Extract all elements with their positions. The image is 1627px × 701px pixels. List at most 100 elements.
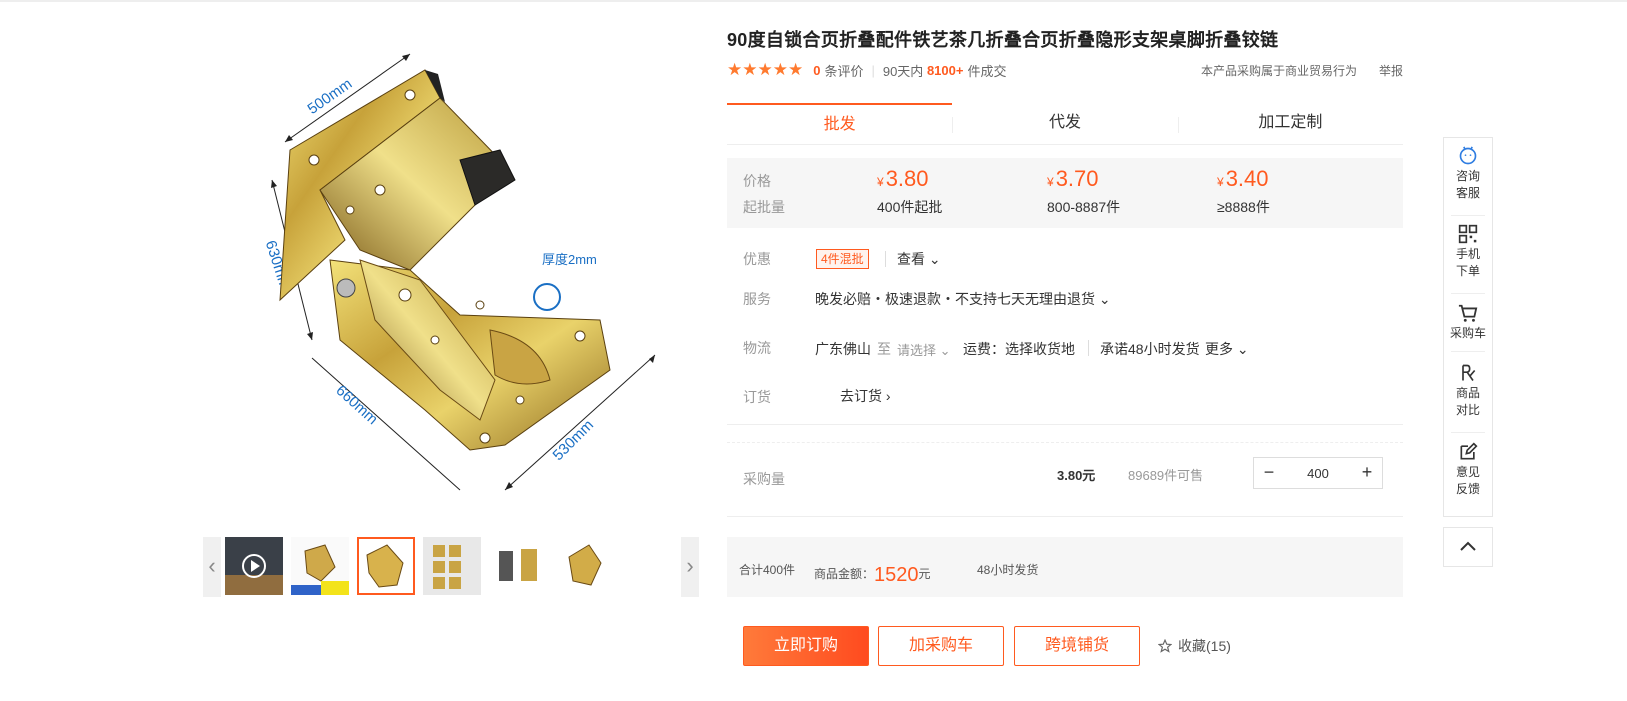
logistics-more[interactable]: 更多 ⌄ bbox=[1205, 339, 1249, 359]
tier-2-price: ¥3.70 bbox=[1047, 166, 1099, 191]
tier-1-qty: 400件起批 bbox=[877, 199, 943, 215]
dim-top-label: 500mm bbox=[305, 75, 356, 118]
service-text[interactable]: 晚发必赔・极速退款・不支持七天无理由退货 ⌄ bbox=[815, 289, 1111, 309]
go-order-link[interactable]: 去订货 › bbox=[840, 386, 891, 406]
thumbnail-video[interactable] bbox=[225, 537, 283, 595]
promo-label: 优惠 bbox=[743, 251, 771, 267]
tier-2-qty: 800-8887件 bbox=[1047, 199, 1121, 215]
product-title: 90度自锁合页折叠配件铁艺茶几折叠合页折叠隐形支架桌脚折叠铰链 bbox=[727, 30, 1279, 50]
dim-bottom-right-label: 530mm bbox=[550, 417, 597, 464]
sidebar-label: 对比 bbox=[1455, 403, 1480, 417]
thumb-prev-arrow[interactable]: ‹ bbox=[203, 537, 221, 597]
buy-now-button[interactable]: 立即订购 bbox=[743, 626, 869, 666]
report-link[interactable]: 举报 bbox=[1379, 62, 1403, 79]
tier-1-price: ¥3.80 bbox=[877, 166, 929, 191]
divider: | bbox=[871, 62, 875, 78]
thumbnail-main[interactable] bbox=[357, 537, 415, 595]
logistics-label: 物流 bbox=[743, 340, 771, 356]
review-count[interactable]: 0 bbox=[813, 63, 820, 78]
quantity-stepper: − 400 + bbox=[1253, 457, 1383, 489]
divider bbox=[1451, 432, 1485, 433]
ship-to: 至 bbox=[877, 341, 891, 357]
divider bbox=[1451, 351, 1485, 352]
sidebar-label: 意见 bbox=[1455, 465, 1480, 479]
back-to-top-button[interactable] bbox=[1443, 527, 1493, 567]
unit-price: 3.80元 bbox=[1057, 468, 1096, 483]
amount-value: 1520 bbox=[874, 564, 919, 586]
tab-custom[interactable]: 加工定制 bbox=[1177, 103, 1403, 144]
sidebar-item-compare[interactable]: 商品 对比 bbox=[1444, 363, 1492, 419]
section-divider bbox=[727, 516, 1403, 517]
order-summary: 合计400件 商品金额：1520元 48小时发货 bbox=[727, 537, 1403, 597]
total-qty: 合计400件 bbox=[739, 563, 796, 577]
sales-period: 90天内 bbox=[882, 63, 924, 79]
hinge-thumb-icon bbox=[359, 539, 413, 593]
order-label: 订货 bbox=[743, 389, 771, 405]
tier-3-price: ¥3.40 bbox=[1217, 166, 1269, 191]
decrease-button[interactable]: − bbox=[1254, 458, 1284, 488]
floating-sidebar: 咨询 客服 手机 下单 采购车 商品 对比 意见 反馈 bbox=[1443, 137, 1493, 517]
hinge-thumb-icon bbox=[555, 537, 613, 595]
sales-count: 8100+ bbox=[926, 62, 964, 78]
divider bbox=[1451, 293, 1485, 294]
quantity-input[interactable]: 400 bbox=[1284, 466, 1352, 481]
add-to-cart-button[interactable]: 加采购车 bbox=[878, 626, 1004, 666]
chat-icon bbox=[1459, 146, 1477, 165]
thickness-label: 厚度2mm bbox=[542, 252, 597, 267]
sidebar-item-mobile-order[interactable]: 手机 下单 bbox=[1444, 224, 1492, 280]
sales-label: 件成交 bbox=[967, 63, 1007, 79]
tier-3-qty: ≥8888件 bbox=[1217, 199, 1270, 215]
cross-border-button[interactable]: 跨境铺货 bbox=[1014, 626, 1140, 666]
thumbnail-pair[interactable] bbox=[489, 537, 547, 595]
increase-button[interactable]: + bbox=[1352, 458, 1382, 488]
tab-wholesale[interactable]: 批发 bbox=[727, 103, 953, 144]
star-icon bbox=[1158, 639, 1172, 653]
hinge-illustration: 500mm 630mm 660mm 530mm 厚度2mm bbox=[262, 53, 656, 491]
tab-dropship[interactable]: 代发 bbox=[952, 103, 1178, 144]
favorite-button[interactable]: 收藏(15) bbox=[1158, 636, 1231, 656]
rating-stars: ★★★★★ bbox=[727, 60, 804, 79]
ship-origin: 广东佛山 bbox=[815, 341, 871, 357]
main-product-image[interactable]: 500mm 630mm 660mm 530mm 厚度2mm bbox=[250, 40, 720, 510]
review-label[interactable]: 条评价 bbox=[824, 61, 863, 80]
favorite-label: 收藏(15) bbox=[1178, 638, 1231, 654]
thumbnail-banner[interactable] bbox=[291, 537, 349, 595]
ship-promise: 承诺48小时发货 bbox=[1100, 341, 1200, 357]
thumbnail-side[interactable] bbox=[555, 537, 613, 595]
sidebar-label: 手机 bbox=[1455, 247, 1480, 261]
promo-badge: 4件混批 bbox=[816, 249, 869, 269]
top-border bbox=[0, 0, 1627, 2]
chevron-up-icon bbox=[1460, 541, 1476, 551]
service-label: 服务 bbox=[743, 291, 771, 307]
sidebar-label: 商品 bbox=[1455, 386, 1480, 400]
moq-label: 起批量 bbox=[743, 199, 785, 215]
section-divider bbox=[727, 442, 1403, 443]
sidebar-label: 咨询 bbox=[1455, 169, 1480, 183]
sidebar-item-consult[interactable]: 咨询 客服 bbox=[1444, 146, 1492, 202]
dim-bottom-left-label: 660mm bbox=[332, 382, 381, 428]
sidebar-item-feedback[interactable]: 意见 反馈 bbox=[1444, 442, 1492, 498]
sidebar-label: 客服 bbox=[1455, 186, 1480, 200]
hinge-thumb-icon bbox=[489, 537, 547, 595]
freight-text: 运费：选择收货地 bbox=[963, 341, 1075, 357]
stock-available: 89689件可售 bbox=[1128, 468, 1204, 483]
sidebar-label: 反馈 bbox=[1455, 482, 1480, 496]
trade-notice: 本产品采购属于商业贸易行为 bbox=[1200, 63, 1357, 78]
amount-label: 商品金额： bbox=[814, 567, 875, 581]
qrcode-icon bbox=[1458, 224, 1478, 244]
promo-view-link[interactable]: 查看 ⌄ bbox=[897, 249, 941, 269]
hinge-thumb-icon bbox=[291, 537, 349, 595]
destination-select[interactable]: 请选择 ⌄ bbox=[897, 340, 951, 359]
thumbnail-grid[interactable] bbox=[423, 537, 481, 595]
ship-time: 48小时发货 bbox=[977, 563, 1039, 577]
sidebar-label: 下单 bbox=[1455, 264, 1480, 278]
sidebar-label: 采购车 bbox=[1449, 326, 1486, 340]
thumb-next-arrow[interactable]: › bbox=[681, 537, 699, 597]
cart-icon bbox=[1458, 304, 1478, 322]
section-divider bbox=[727, 424, 1403, 425]
sidebar-item-cart[interactable]: 采购车 bbox=[1444, 303, 1492, 342]
amount-group: 商品金额：1520元 bbox=[814, 561, 931, 586]
mode-tabs: 批发 代发 加工定制 bbox=[727, 103, 1403, 145]
hinge-thumb-icon bbox=[423, 537, 481, 595]
video-thumb-icon bbox=[225, 537, 283, 595]
